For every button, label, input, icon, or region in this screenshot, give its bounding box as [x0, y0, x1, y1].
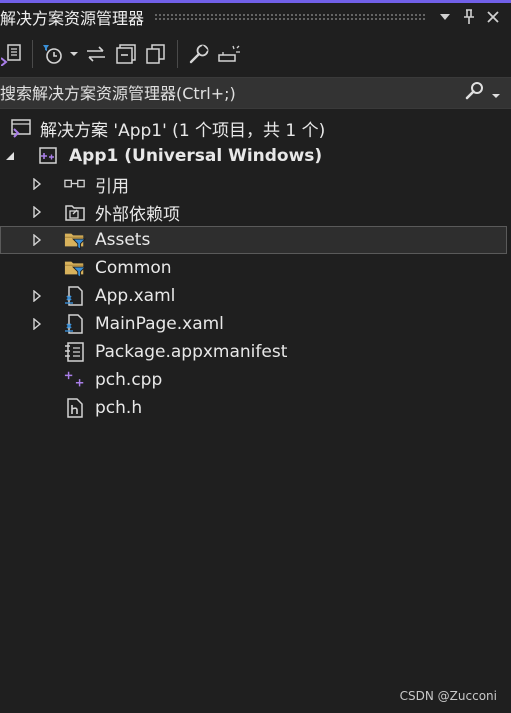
- assets-label: Assets: [95, 230, 151, 250]
- collapsed-arrow-icon[interactable]: [30, 317, 44, 331]
- search-options-chevron-icon[interactable]: [491, 84, 501, 103]
- tree-item-common[interactable]: Common: [0, 254, 511, 282]
- toolbar-separator: [32, 40, 33, 68]
- chevron-down-icon[interactable]: [433, 5, 457, 29]
- references-label: 引用: [95, 176, 129, 197]
- dropdown-arrow-icon[interactable]: [67, 39, 81, 69]
- solution-view-icon[interactable]: [0, 39, 26, 69]
- tree-item-external-dependencies[interactable]: 外部依赖项: [0, 198, 511, 226]
- panel-title: 解决方案资源管理器: [0, 9, 145, 28]
- filter-folder-icon: [64, 257, 86, 279]
- common-label: Common: [95, 258, 172, 278]
- external-dependencies-label: 外部依赖项: [95, 204, 180, 225]
- pch-cpp-label: pch.cpp: [95, 370, 163, 390]
- sync-icon[interactable]: [81, 39, 111, 69]
- pch-h-label: pch.h: [95, 398, 143, 418]
- package-appxmanifest-label: Package.appxmanifest: [95, 342, 288, 362]
- toolbar-separator: [177, 40, 178, 68]
- pending-changes-filter-icon[interactable]: [39, 39, 67, 69]
- tree-item-references[interactable]: 引用: [0, 170, 511, 198]
- external-dependencies-icon: [64, 201, 86, 223]
- tree-item-project[interactable]: App1 (Universal Windows): [0, 142, 511, 170]
- show-all-files-icon[interactable]: [141, 39, 171, 69]
- collapsed-arrow-icon[interactable]: [30, 233, 44, 247]
- tree-item-mainpage-xaml[interactable]: MainPage.xaml: [0, 310, 511, 338]
- app-xaml-label: App.xaml: [95, 286, 176, 306]
- expanded-arrow-icon[interactable]: [3, 149, 17, 163]
- preview-icon[interactable]: [214, 39, 244, 69]
- pin-icon[interactable]: [457, 5, 481, 29]
- manifest-file-icon: [64, 341, 86, 363]
- tree-item-pch-h[interactable]: pch.h: [0, 394, 511, 422]
- collapsed-arrow-icon[interactable]: [30, 177, 44, 191]
- close-icon[interactable]: [481, 5, 505, 29]
- panel-title-bar[interactable]: 解决方案资源管理器: [0, 3, 511, 31]
- xaml-file-icon: [64, 285, 86, 307]
- header-file-icon: [64, 397, 86, 419]
- project-label: App1 (Universal Windows): [69, 146, 323, 166]
- references-icon: [64, 173, 86, 195]
- xaml-file-icon: [64, 313, 86, 335]
- collapse-all-icon[interactable]: [111, 39, 141, 69]
- search-icon[interactable]: [465, 81, 485, 105]
- search-input[interactable]: [0, 83, 465, 103]
- collapsed-arrow-icon[interactable]: [30, 289, 44, 303]
- mainpage-xaml-label: MainPage.xaml: [95, 314, 224, 334]
- tree-item-assets[interactable]: Assets: [0, 226, 507, 254]
- tree-item-pch-cpp[interactable]: pch.cpp: [0, 366, 511, 394]
- uwp-project-icon: [37, 145, 59, 167]
- toolbar: [0, 35, 511, 73]
- filter-folder-icon: [64, 229, 86, 251]
- search-bar: [0, 77, 511, 109]
- tree-item-app-xaml[interactable]: App.xaml: [0, 282, 511, 310]
- collapsed-arrow-icon[interactable]: [30, 205, 44, 219]
- properties-icon[interactable]: [184, 39, 214, 69]
- solution-tree: 解决方案 'App1' (1 个项目，共 1 个) App1 (Universa…: [0, 114, 511, 422]
- watermark: CSDN @Zucconi: [399, 689, 497, 703]
- tree-item-package-appxmanifest[interactable]: Package.appxmanifest: [0, 338, 511, 366]
- drag-grip[interactable]: [154, 13, 425, 21]
- tree-item-solution[interactable]: 解决方案 'App1' (1 个项目，共 1 个): [0, 114, 511, 142]
- solution-icon: [10, 117, 32, 139]
- solution-label: 解决方案 'App1' (1 个项目，共 1 个): [40, 120, 326, 141]
- cpp-file-icon: [64, 369, 86, 391]
